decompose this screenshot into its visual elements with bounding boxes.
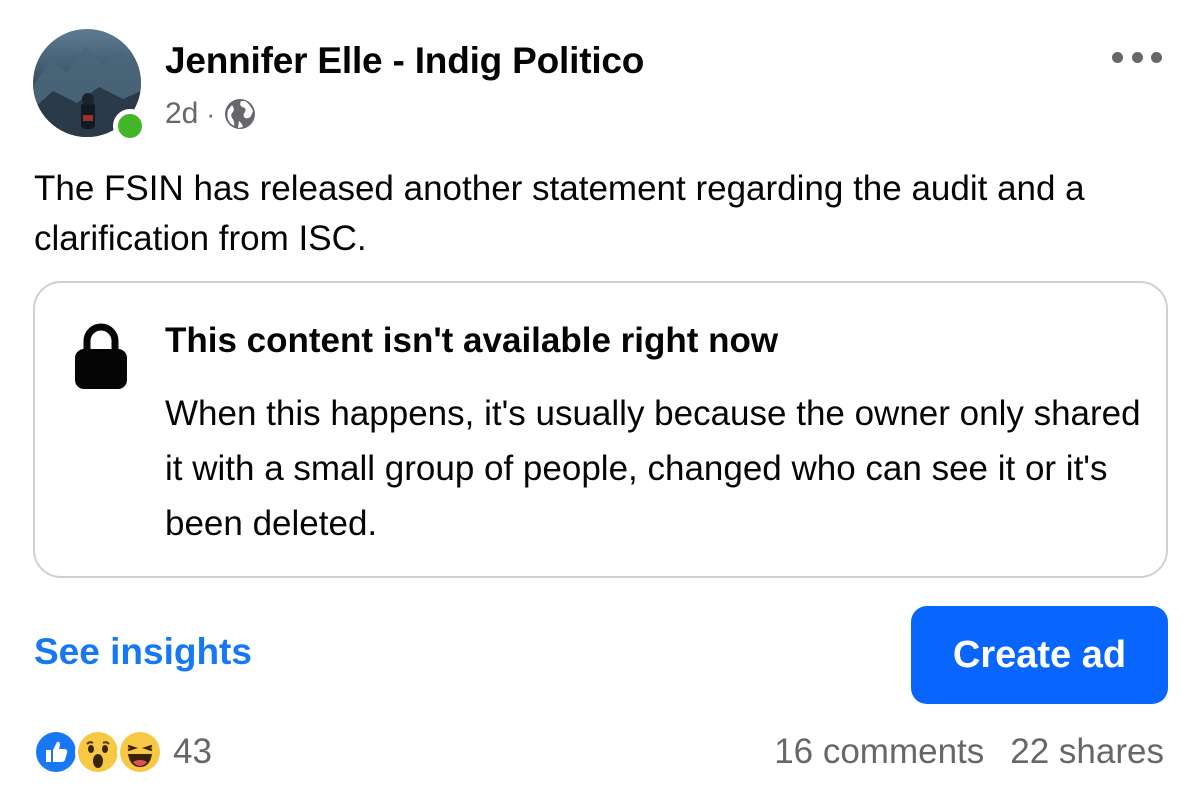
content-unavailable-card: This content isn't available right now W… — [33, 281, 1168, 578]
comments-count[interactable]: 16 comments — [774, 732, 984, 772]
more-dot — [1131, 51, 1143, 63]
reaction-count: 43 — [173, 732, 212, 771]
post-card: Jennifer Elle - Indig Politico 2d · The … — [0, 0, 1200, 809]
like-icon — [33, 729, 79, 775]
engagement-stats: 16 comments 22 shares — [774, 729, 1164, 775]
lock-icon — [75, 323, 127, 389]
more-dot — [1112, 51, 1123, 63]
post-timestamp[interactable]: 2d — [165, 97, 198, 131]
shares-count[interactable]: 22 shares — [1010, 732, 1164, 772]
create-ad-button[interactable]: Create ad — [911, 606, 1168, 704]
online-status-indicator — [113, 109, 147, 143]
post-meta: 2d · — [165, 94, 257, 134]
reactions-summary[interactable]: 43 — [33, 729, 212, 775]
meta-separator: · — [206, 98, 216, 129]
see-insights-link[interactable]: See insights — [34, 631, 252, 673]
unavailable-message: When this happens, it's usually because … — [165, 394, 1141, 543]
author-name[interactable]: Jennifer Elle - Indig Politico — [165, 40, 644, 82]
unavailable-title: This content isn't available right now — [165, 321, 779, 360]
author-avatar[interactable] — [33, 29, 147, 143]
more-dot — [1151, 51, 1162, 63]
more-options-icon[interactable] — [1112, 44, 1162, 70]
globe-icon[interactable] — [223, 97, 257, 131]
haha-icon — [117, 729, 163, 775]
wow-icon — [75, 729, 121, 775]
post-text: The FSIN has released another statement … — [34, 169, 1085, 258]
